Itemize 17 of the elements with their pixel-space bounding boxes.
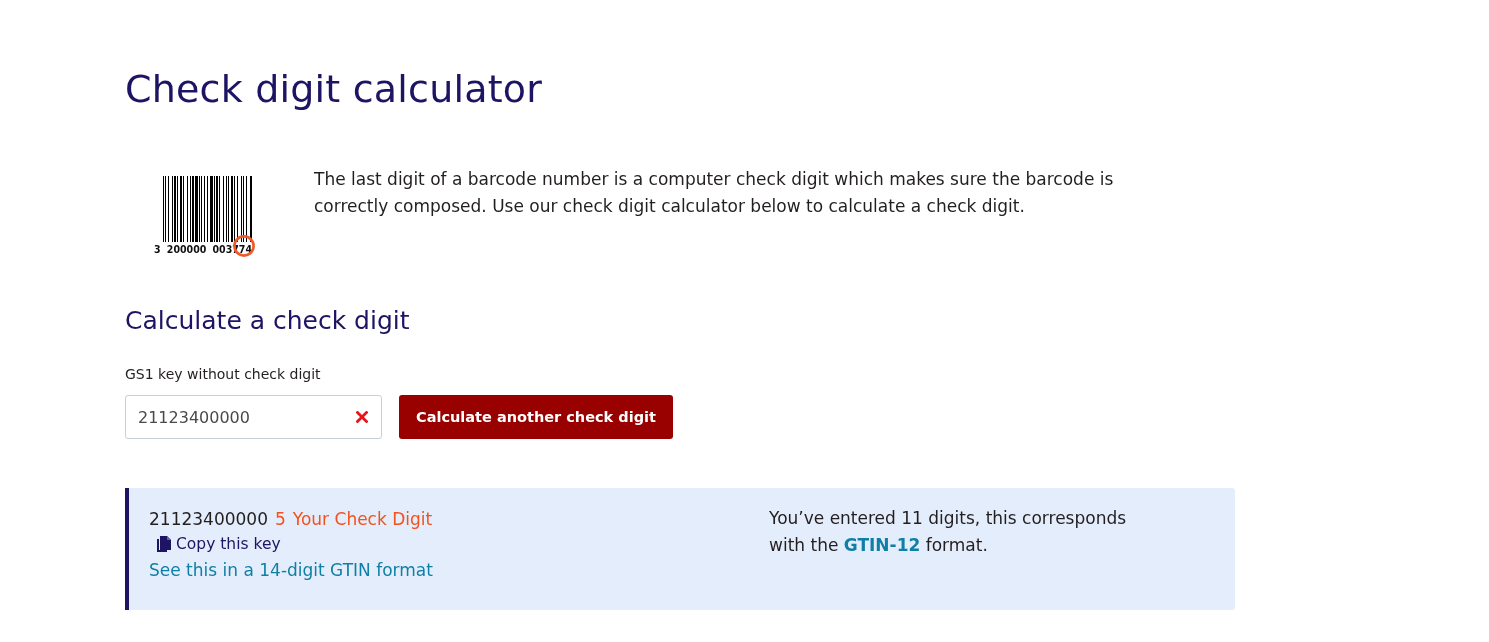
field-label: GS1 key without check digit bbox=[125, 365, 322, 383]
copy-icon bbox=[157, 536, 171, 552]
digits-info-text: You’ve entered 11 digits, this corresponds with the GTIN-12 format. bbox=[769, 507, 1128, 557]
check-digit: 5 bbox=[275, 509, 286, 529]
intro-text: The last digit of a barcode number is a computer check digit which makes sure the barcode is correctly composed. Use our check digit calculator below to calculate a check digit. bbox=[314, 168, 1115, 218]
calculate-button[interactable]: Calculate another check digit bbox=[399, 395, 673, 439]
barcode-number: 200000 bbox=[166, 244, 207, 255]
result-key: 21123400000 bbox=[149, 509, 268, 529]
barcode-number: 3 bbox=[154, 244, 161, 255]
check-digit-label: Your Check Digit bbox=[292, 509, 433, 529]
gtin-14-link[interactable]: See this in a 14-digit GTIN format bbox=[149, 558, 433, 582]
copy-key-link[interactable]: Copy this key bbox=[157, 532, 281, 556]
page-title: Check digit calculator bbox=[125, 66, 544, 112]
key-input-field[interactable]: 21123400000 bbox=[125, 395, 382, 439]
section-heading: Calculate a check digit bbox=[125, 305, 411, 337]
clear-icon[interactable] bbox=[356, 411, 368, 423]
gtin-12-link[interactable]: GTIN-12 bbox=[843, 535, 921, 555]
